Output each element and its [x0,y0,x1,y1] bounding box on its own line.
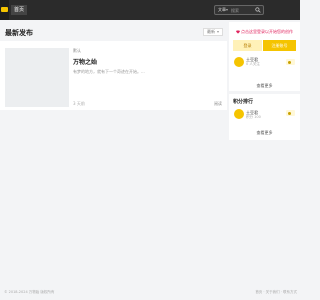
login-button[interactable]: 登录 [233,40,262,51]
footer-links[interactable]: 首页 · 关于我们 · 联系方式 [255,290,297,295]
post-card[interactable]: 默认 万物之始 有梦的地方，就有下一个奇迹在开始。... 3 天前 阅读 [0,41,227,110]
ranking-title: 积分排行 [233,99,254,105]
nav-home-link[interactable]: 首页 [11,5,28,15]
search-input[interactable] [231,6,255,14]
view-more-link[interactable]: 查看更多 [229,130,300,136]
page-title: 最新发布 [5,29,33,37]
post-title[interactable]: 万物之始 [73,57,97,66]
author-followers: 0 人关注 [246,62,260,66]
search-icon[interactable] [255,7,261,13]
post-time: 3 天前 [73,101,85,106]
footer-copyright: © 2018-2024 万物始 版权所有 [4,290,55,294]
rank-user-points: 积分 100 [246,115,261,119]
post-category[interactable]: 默认 [73,48,81,54]
view-more-link[interactable]: 查看更多 [229,83,300,89]
ranking-card: 积分排行 土豆君 积分 100 查看更多 [229,94,300,140]
chevron-down-icon [226,9,228,11]
logo-icon [1,7,8,12]
search-scope-select[interactable]: 文章 [218,6,226,14]
post-excerpt: 有梦的地方，就有下一个奇迹在开始。... [73,69,145,74]
sort-label: 最新 [207,29,215,34]
promo-message: 点击这里登录以开始您的创作 [229,29,300,35]
post-thumbnail[interactable] [5,48,69,107]
avatar[interactable] [234,57,244,67]
sort-button[interactable]: 最新 [203,28,223,36]
chevron-down-icon [217,31,219,33]
post-list: 默认 万物之始 有梦的地方，就有下一个奇迹在开始。... 3 天前 阅读 [0,41,227,110]
register-button[interactable]: 注册账号 [263,40,296,51]
author-card: 土豆君 0 人关注 查看更多 [229,53,300,91]
post-read-link[interactable]: 阅读 [214,101,222,107]
site-logo[interactable] [0,0,9,20]
follow-icon[interactable] [286,59,295,65]
promo-text: 点击这里登录以开始您的创作 [241,29,293,34]
follow-icon[interactable] [286,110,295,116]
top-nav-bar: 首页 文章 [0,0,300,20]
avatar[interactable] [234,109,244,119]
heart-icon [236,29,240,34]
search-box: 文章 [214,5,264,15]
